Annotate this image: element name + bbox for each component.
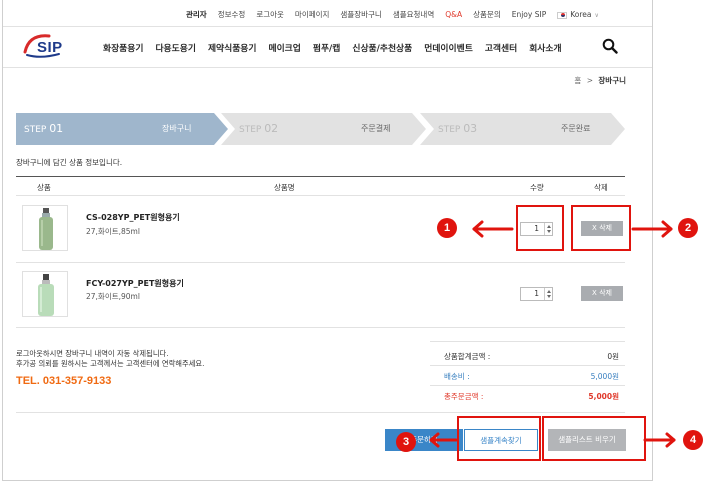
- marker-2-icon: 2: [678, 218, 698, 238]
- marker-3-icon: 3: [396, 432, 416, 452]
- annotation-arrows: [429, 220, 676, 448]
- marker-4-icon: 4: [683, 430, 703, 450]
- marker-1-icon: 1: [437, 218, 457, 238]
